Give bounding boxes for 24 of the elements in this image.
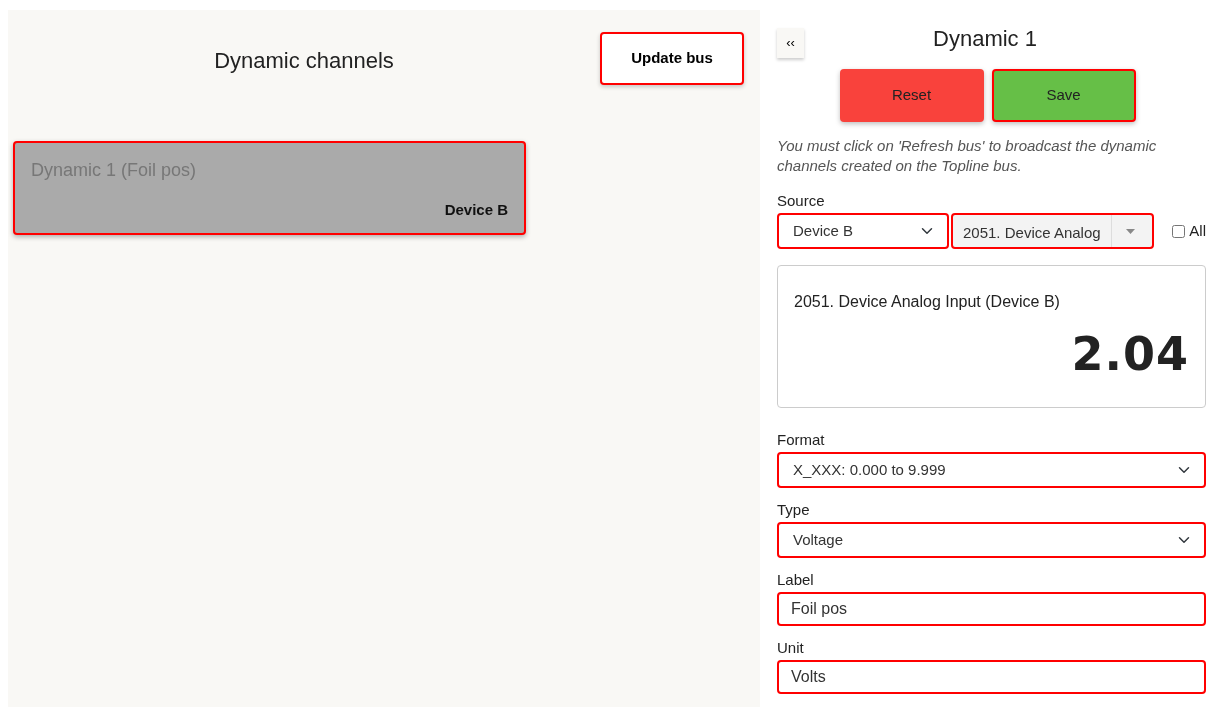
- field-label: Format: [777, 430, 826, 450]
- input-field[interactable]: Foil pos: [777, 592, 1206, 626]
- checkbox-label: All: [1189, 220, 1206, 241]
- field-label: Label: [777, 570, 815, 590]
- editor-title: Dynamic 1: [932, 26, 1038, 53]
- dropdown-field[interactable]: X_XXX: 0.000 to 9.999: [777, 452, 1206, 488]
- preview-title: 2051. Device Analog Input (Device B): [794, 292, 1061, 312]
- collapse-button[interactable]: ‹‹: [777, 28, 804, 58]
- device-select[interactable]: Device B: [777, 213, 949, 249]
- panel-title: Dynamic channels: [213, 48, 395, 75]
- all-checkbox[interactable]: [1172, 224, 1186, 238]
- channel-device: Device B: [444, 201, 508, 218]
- dropdown-field[interactable]: Voltage: [777, 522, 1206, 558]
- preview-value: 2.04: [1070, 326, 1189, 383]
- caret-icon: [1125, 228, 1135, 234]
- reset-button[interactable]: Reset: [839, 69, 984, 122]
- info-note: You must click on 'Refresh bus' to broadcast the dynamic channels created on the Topline bus.: [777, 136, 1158, 176]
- input-field[interactable]: Volts: [777, 660, 1206, 694]
- field-label: Source: [777, 191, 826, 211]
- save-button[interactable]: Save: [991, 69, 1136, 122]
- update-bus-button[interactable]: Update bus: [600, 32, 744, 85]
- field-label: Unit: [777, 638, 805, 658]
- channel-select[interactable]: 2051. Device Analog: [951, 213, 1154, 249]
- field-label: Type: [777, 500, 811, 520]
